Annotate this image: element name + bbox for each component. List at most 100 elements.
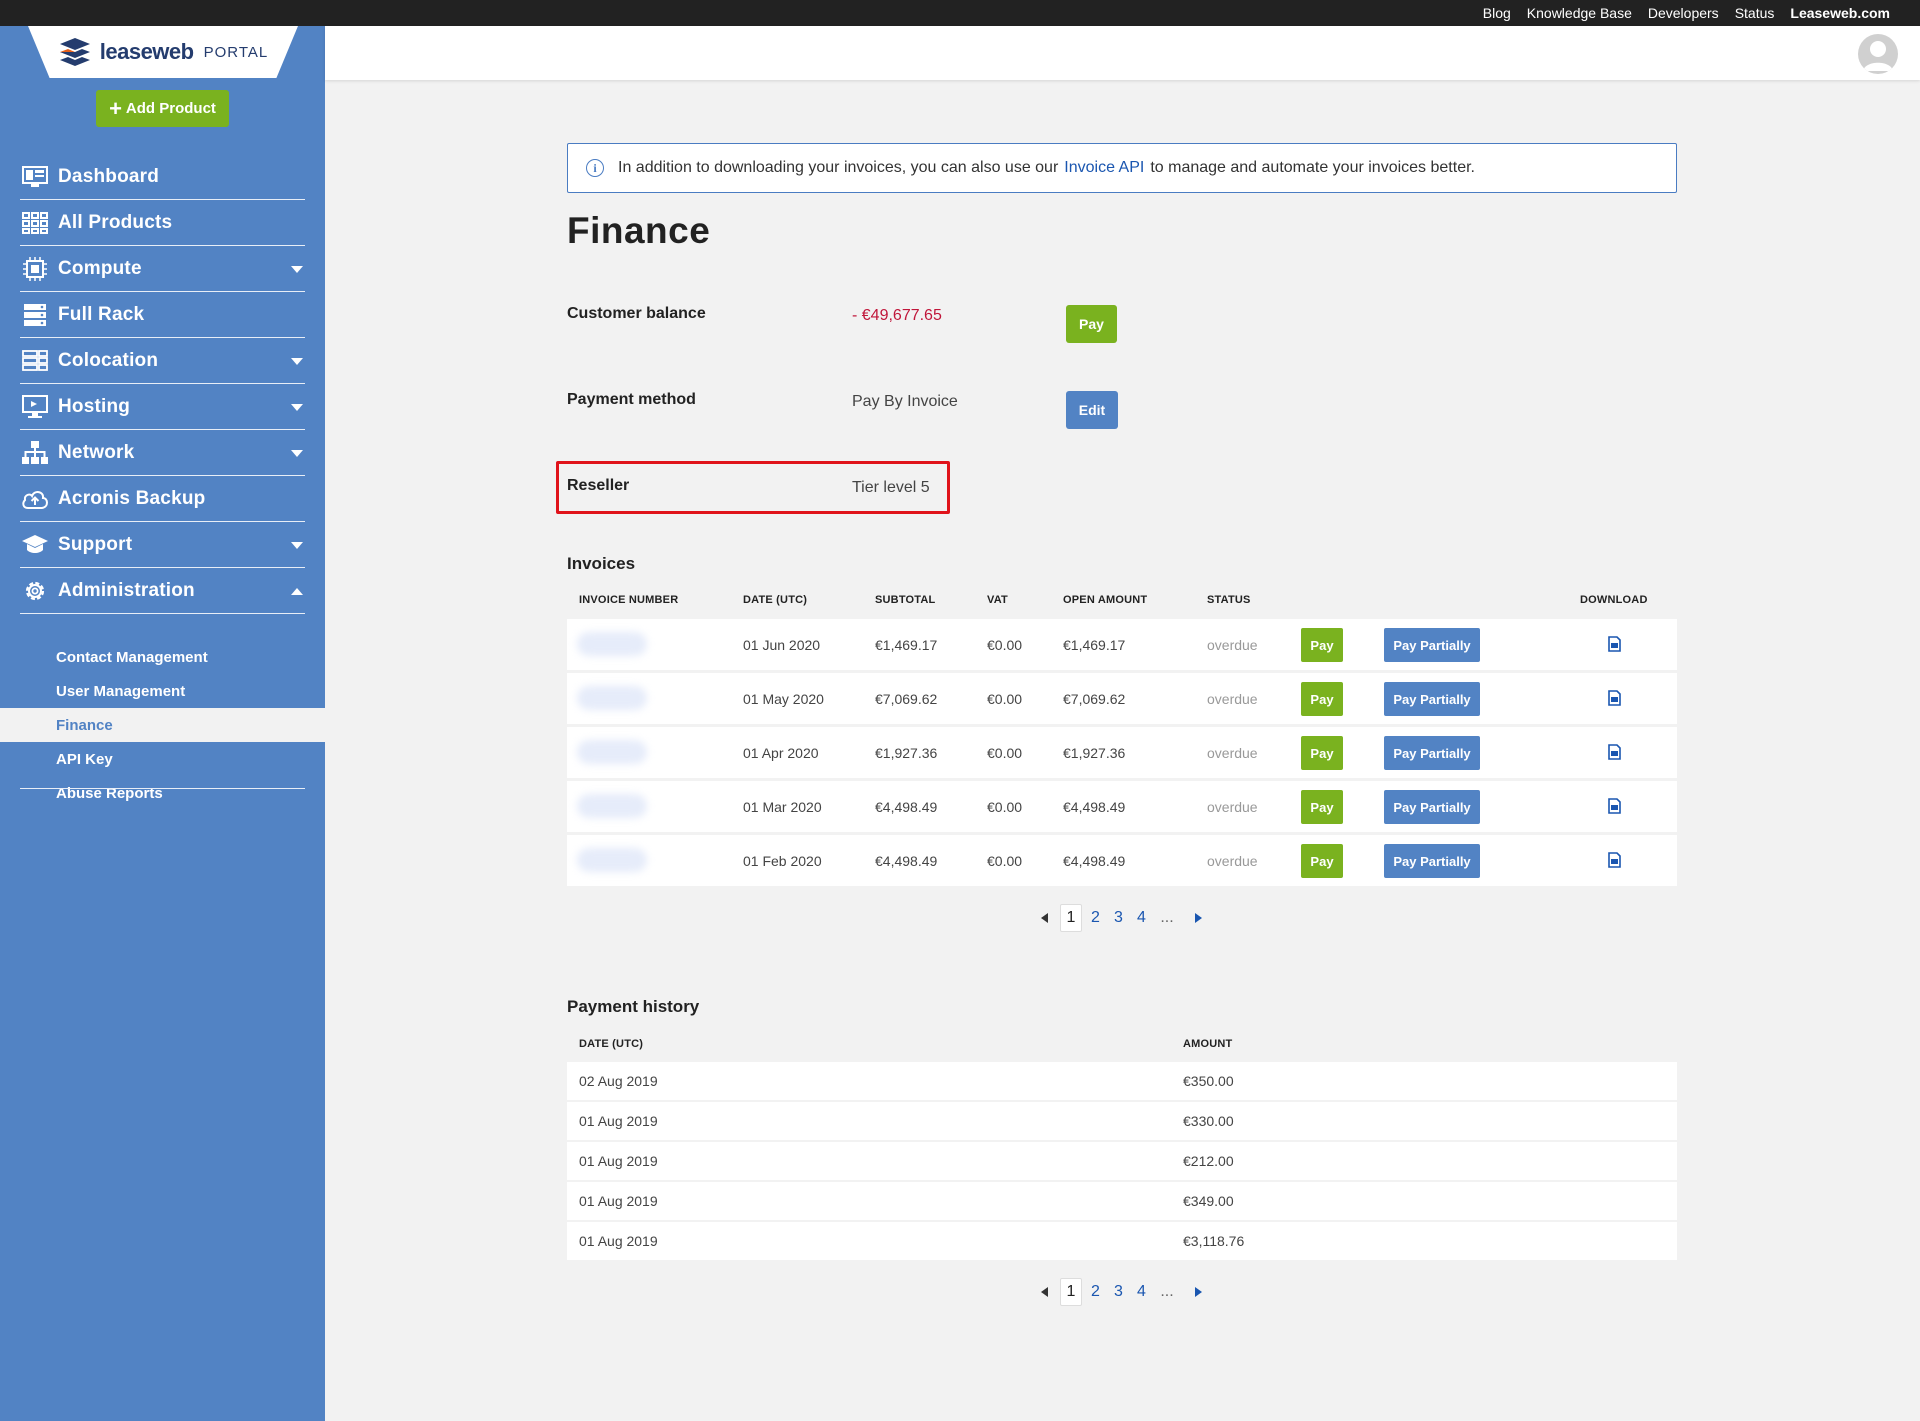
- subnav-user-management[interactable]: User Management: [0, 674, 325, 708]
- pay-partially-button[interactable]: Pay Partially: [1384, 844, 1480, 878]
- invoice-status: overdue: [1207, 636, 1258, 653]
- invoice-status: overdue: [1207, 744, 1258, 761]
- reseller-value: Tier level 5: [852, 479, 930, 496]
- page-4[interactable]: 4: [1130, 909, 1153, 927]
- info-banner-text-before: In addition to downloading your invoices…: [618, 159, 1059, 176]
- colocation-icon: [20, 348, 50, 374]
- page-1[interactable]: 1: [1060, 904, 1082, 932]
- invoice-status: overdue: [1207, 690, 1258, 707]
- subnav-abuse-reports[interactable]: Abuse Reports: [0, 776, 325, 810]
- table-row: 01 Aug 2019 €330.00: [567, 1102, 1677, 1140]
- chevron-down-icon[interactable]: [291, 358, 303, 365]
- pay-partially-button[interactable]: Pay Partially: [1384, 682, 1480, 716]
- sidebar-item-dashboard[interactable]: Dashboard: [20, 154, 305, 200]
- invoice-status: overdue: [1207, 798, 1258, 815]
- table-row: 01 Mar 2020 €4,498.49 €0.00 €4,498.49 overdu…: [567, 781, 1677, 832]
- sidebar-item-acronis-backup[interactable]: Acronis Backup: [20, 476, 305, 522]
- gear-icon: [20, 578, 50, 604]
- chevron-down-icon[interactable]: [291, 450, 303, 457]
- invoice-api-link[interactable]: Invoice API: [1064, 159, 1144, 177]
- user-icon: [1863, 41, 1893, 71]
- page-2[interactable]: 2: [1084, 909, 1107, 927]
- column-header-amount: AMOUNT: [1183, 1038, 1233, 1050]
- avatar[interactable]: [1858, 34, 1898, 74]
- subnav-finance[interactable]: Finance: [0, 708, 325, 742]
- invoice-status: overdue: [1207, 852, 1258, 869]
- payment-amount: €3,118.76: [1183, 1233, 1245, 1249]
- sidebar-item-hosting[interactable]: Hosting: [20, 384, 305, 430]
- page-4[interactable]: 4: [1130, 1283, 1153, 1301]
- invoice-subtotal: €1,927.36: [875, 744, 938, 761]
- invoice-open-amount: €4,498.49: [1063, 852, 1126, 869]
- monitor-icon: [20, 394, 50, 420]
- payment-date: 01 Aug 2019: [579, 1193, 658, 1209]
- pay-invoice-button[interactable]: Pay: [1301, 736, 1343, 770]
- sidebar-nav: Dashboard All Products Compute Full Rack: [20, 154, 305, 614]
- top-link-blog[interactable]: Blog: [1483, 5, 1511, 21]
- add-product-label: Add Product: [125, 100, 216, 117]
- sidebar-item-all-products[interactable]: All Products: [20, 200, 305, 246]
- prev-page-icon[interactable]: [1041, 1287, 1048, 1297]
- chevron-down-icon[interactable]: [291, 542, 303, 549]
- invoice-vat: €0.00: [987, 690, 1023, 707]
- next-page-icon[interactable]: [1195, 913, 1202, 923]
- subnav-api-key[interactable]: API Key: [0, 742, 325, 776]
- chip-icon: [20, 256, 50, 282]
- payment-amount: €330.00: [1183, 1113, 1234, 1129]
- top-link-leaseweb-com[interactable]: Leaseweb.com: [1790, 5, 1890, 21]
- page-2[interactable]: 2: [1084, 1283, 1107, 1301]
- chevron-up-icon[interactable]: [291, 588, 303, 595]
- sidebar-item-compute[interactable]: Compute: [20, 246, 305, 292]
- top-link-knowledge-base[interactable]: Knowledge Base: [1527, 5, 1632, 21]
- top-link-developers[interactable]: Developers: [1648, 5, 1719, 21]
- rack-icon: [20, 302, 50, 328]
- sidebar-item-network[interactable]: Network: [20, 430, 305, 476]
- pay-invoice-button[interactable]: Pay: [1301, 844, 1343, 878]
- logo[interactable]: leaseweb PORTAL: [28, 26, 298, 78]
- info-banner-text-after: to manage and automate your invoices bet…: [1150, 159, 1475, 176]
- chevron-down-icon[interactable]: [291, 404, 303, 411]
- pdf-download-icon[interactable]: [1608, 744, 1621, 760]
- payment-amount: €349.00: [1183, 1193, 1234, 1209]
- page-3[interactable]: 3: [1107, 909, 1130, 927]
- column-header-payment-date: DATE (UTC): [579, 1038, 644, 1050]
- payment-date: 02 Aug 2019: [579, 1073, 658, 1089]
- pay-invoice-button[interactable]: Pay: [1301, 628, 1343, 662]
- subnav-contact-management[interactable]: Contact Management: [0, 640, 325, 674]
- pdf-download-icon[interactable]: [1608, 636, 1621, 652]
- invoice-open-amount: €7,069.62: [1063, 690, 1126, 707]
- invoice-number-redacted: [577, 740, 647, 764]
- sidebar-item-support[interactable]: Support: [20, 522, 305, 568]
- pdf-download-icon[interactable]: [1608, 798, 1621, 814]
- pay-partially-button[interactable]: Pay Partially: [1384, 628, 1480, 662]
- payment-date: 01 Aug 2019: [579, 1153, 658, 1169]
- edit-payment-method-button[interactable]: Edit: [1066, 391, 1118, 429]
- pay-balance-button[interactable]: Pay: [1066, 305, 1117, 343]
- table-row: 02 Aug 2019 €350.00: [567, 1062, 1677, 1100]
- top-link-status[interactable]: Status: [1735, 5, 1775, 21]
- prev-page-icon[interactable]: [1041, 913, 1048, 923]
- pdf-download-icon[interactable]: [1608, 690, 1621, 706]
- pay-invoice-button[interactable]: Pay: [1301, 790, 1343, 824]
- page-1[interactable]: 1: [1060, 1278, 1082, 1306]
- sidebar: leaseweb PORTAL + Add Product Dashboard …: [0, 26, 325, 1421]
- pay-invoice-button[interactable]: Pay: [1301, 682, 1343, 716]
- sidebar-item-label: Acronis Backup: [58, 487, 206, 509]
- sidebar-item-label: All Products: [58, 211, 173, 233]
- leaseweb-logo-icon: [58, 38, 92, 66]
- info-banner: i In addition to downloading your invoic…: [567, 143, 1677, 193]
- sidebar-item-colocation[interactable]: Colocation: [20, 338, 305, 384]
- payment-history-title: Payment history: [567, 997, 700, 1016]
- invoice-date: 01 Mar 2020: [743, 798, 822, 815]
- next-page-icon[interactable]: [1195, 1287, 1202, 1297]
- payment-amount: €350.00: [1183, 1073, 1234, 1089]
- column-header-vat: VAT: [987, 594, 1008, 606]
- add-product-button[interactable]: + Add Product: [96, 90, 229, 127]
- page-3[interactable]: 3: [1107, 1283, 1130, 1301]
- pdf-download-icon[interactable]: [1608, 852, 1621, 868]
- pay-partially-button[interactable]: Pay Partially: [1384, 790, 1480, 824]
- sidebar-item-administration[interactable]: Administration: [20, 568, 305, 614]
- pay-partially-button[interactable]: Pay Partially: [1384, 736, 1480, 770]
- chevron-down-icon[interactable]: [291, 266, 303, 273]
- sidebar-item-full-rack[interactable]: Full Rack: [20, 292, 305, 338]
